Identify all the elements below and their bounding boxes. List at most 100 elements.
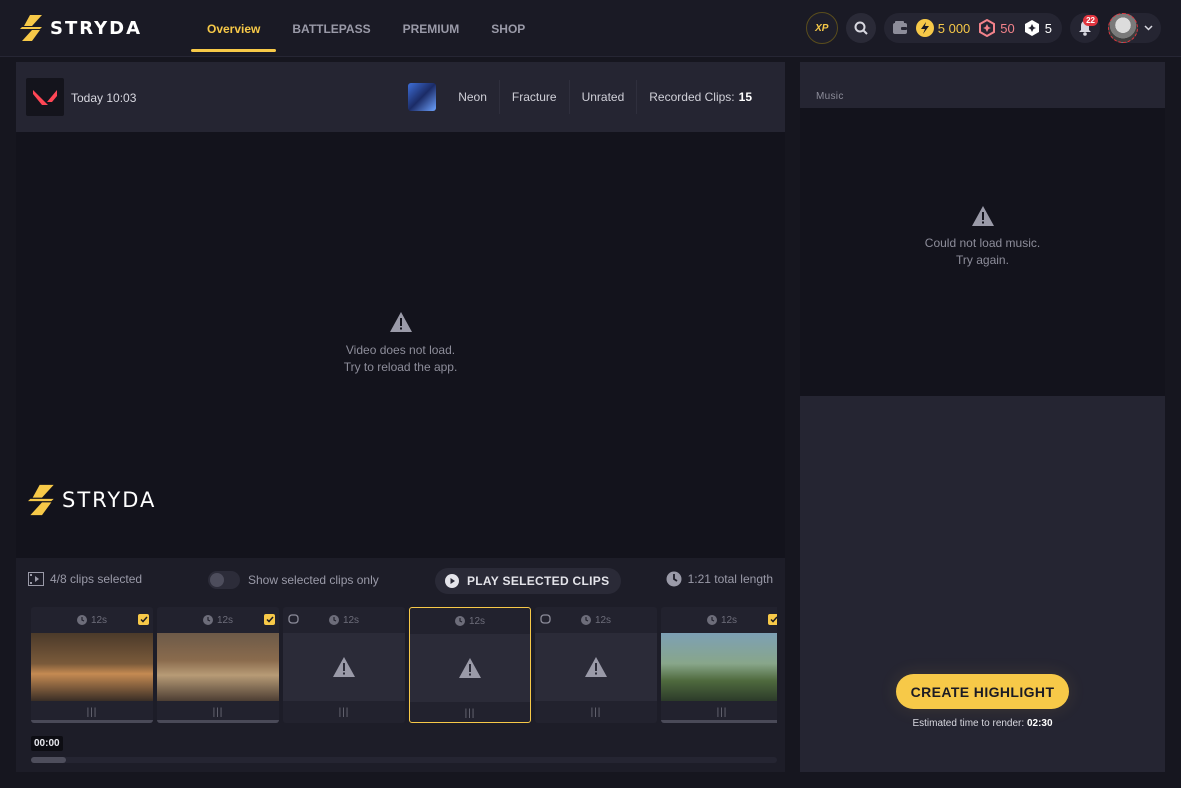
clip-header: 12s [31,607,153,633]
clip-thumbnail [157,633,279,701]
clock-icon [202,615,213,625]
clock-icon [580,615,591,625]
clip-card[interactable]: 12s ||| [157,607,279,723]
match-meta: Neon Fracture Unrated Recorded Clips: 15 [408,80,785,114]
timeline-scrollbar[interactable] [31,757,777,763]
warning-icon [585,657,607,677]
video-error-line1: Video does not load. [345,343,456,357]
warning-icon [333,657,355,677]
game-mode: Unrated [570,80,638,114]
warning-icon [971,206,994,226]
music-error-line2[interactable]: Try again. [800,252,1165,269]
drag-handle-icon[interactable]: ||| [410,702,530,722]
xp-button[interactable]: XP [805,12,838,44]
play-selected-clips-button[interactable]: PLAY SELECTED CLIPS [435,568,622,594]
gems-amount: 5 [1044,20,1052,36]
clip-duration: 12s [90,614,108,626]
music-render-panel: Music Could not load music. Try again. C… [800,62,1165,772]
toggle-switch[interactable] [208,571,240,589]
agent-icon [288,614,299,624]
main-nav: Overview BATTLEPASS PREMIUM SHOP [191,0,541,57]
video-player[interactable]: Video does not load. Try to reload the a… [16,132,785,558]
clip-header: 12s [410,608,530,634]
chevron-down-icon [1144,25,1153,31]
clip-duration: 12s [468,615,486,627]
warning-icon [459,658,481,678]
clock-icon [328,615,339,625]
video-error: Video does not load. Try to reload the a… [16,312,785,376]
clip-progress [157,720,279,723]
agent-name: Neon [446,80,500,114]
clip-duration: 12s [720,614,738,626]
clip-duration: 12s [594,614,612,626]
selected-only-toggle[interactable]: Show selected clips only [208,571,379,589]
valorant-game-icon [26,78,64,116]
clip-checkbox[interactable] [768,614,777,625]
timeline-current-time: 00:00 [31,736,63,751]
clip-thumbnail-error [410,634,530,702]
wallet-icon [892,21,907,34]
clip-card[interactable]: 12s ||| [31,607,153,723]
coins-balance: 5 000 [915,19,971,37]
clock-icon [666,571,682,587]
tab-overview[interactable]: Overview [191,0,277,57]
clock-icon [706,615,717,625]
notifications-button[interactable]: 22 [1070,13,1100,43]
clips-selected-count: 4/8 clips selected [28,572,142,586]
recorded-clips: Recorded Clips: 15 [637,80,785,114]
create-highlight-button[interactable]: CREATE HIGHLIGHT [896,674,1069,709]
clip-thumbnail-error [535,633,657,701]
watermark-text: STRYDA [62,488,157,512]
match-time: Today 10:03 [71,91,137,105]
profile-menu[interactable] [1108,13,1161,43]
tab-shop[interactable]: SHOP [475,0,541,57]
clip-header: 12s [283,607,405,633]
scrollbar-thumb[interactable] [31,757,66,763]
valorant-logo-icon [33,90,57,105]
clip-checkbox[interactable] [138,614,149,625]
tokens-amount: 50 [1000,20,1015,36]
clip-duration: 12s [342,614,360,626]
header-actions: XP 5 000 50 5 22 [805,12,1161,44]
clip-thumbnail [31,633,153,701]
avatar [1108,13,1138,43]
clip-header: 12s [535,607,657,633]
wallet-bar[interactable]: 5 000 50 5 [883,13,1062,43]
notification-count-badge: 22 [1083,15,1098,26]
app-logo[interactable]: STRYDA [20,15,142,41]
drag-handle-icon[interactable]: ||| [535,701,657,723]
tab-battlepass[interactable]: BATTLEPASS [276,0,386,57]
render-estimate-label: Estimated time to render: [912,718,1025,729]
match-panel: Today 10:03 Neon Fracture Unrated Record… [16,62,785,772]
token-icon [979,19,996,37]
coin-icon [915,19,934,37]
coins-amount: 5 000 [937,20,971,36]
check-icon [265,616,274,623]
clip-card[interactable]: 12s ||| [535,607,657,723]
video-watermark: STRYDA [28,484,156,516]
clip-card[interactable]: 12s ||| [661,607,777,723]
clip-header: 12s [157,607,279,633]
drag-handle-icon[interactable]: ||| [283,701,405,723]
agent-portrait [408,83,437,111]
music-error: Could not load music. Try again. [800,206,1165,269]
tab-premium[interactable]: PREMIUM [387,0,476,57]
clip-header: 12s [661,607,777,633]
toggle-knob [210,573,224,587]
recorded-clips-count: 15 [738,90,752,104]
search-button[interactable] [845,13,876,43]
gems-balance: 5 [1023,19,1052,37]
music-section-label: Music [816,91,844,102]
music-error-line1: Could not load music. [924,236,1041,250]
agent-icon [540,614,551,624]
app-logo-text: STRYDA [50,17,143,39]
clip-card[interactable]: 12s ||| [283,607,405,723]
total-length: 1:21 total length [666,571,773,587]
stryda-logo-icon [28,484,54,516]
clip-progress [661,720,777,723]
play-selected-label: PLAY SELECTED CLIPS [467,574,610,588]
match-header: Today 10:03 Neon Fracture Unrated Record… [16,62,785,132]
toggle-label: Show selected clips only [248,573,379,587]
clip-checkbox[interactable] [264,614,275,625]
clip-card-focused[interactable]: 12s ||| [409,607,531,723]
